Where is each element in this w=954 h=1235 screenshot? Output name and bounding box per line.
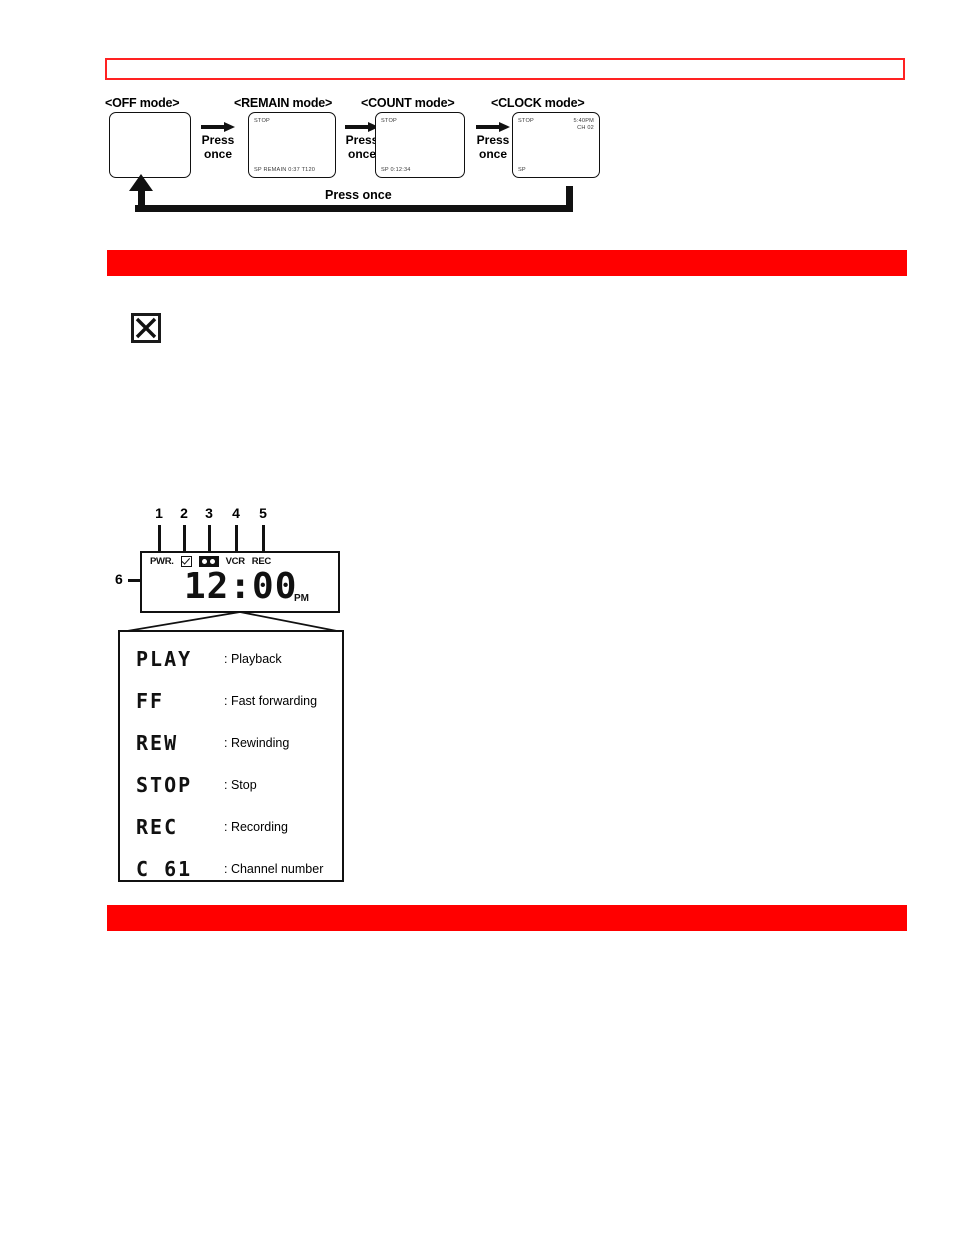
legend-row: STOP : Stop <box>120 764 342 806</box>
legend-row: REC : Recording <box>120 806 342 848</box>
pwr-indicator-label: PWR. <box>150 556 174 567</box>
mode-flow-diagram: <OFF mode> Press once <REMAIN mode> STOP… <box>105 96 625 216</box>
lcd-clock-top-left: STOP <box>518 118 534 124</box>
loop-line-bottom <box>135 205 573 212</box>
mode-title-off: <OFF mode> <box>105 96 180 110</box>
legend-row: PLAY : Playback <box>120 638 342 680</box>
legend-segment-play: PLAY <box>136 647 193 671</box>
segment-legend-box: PLAY : Playback FF : Fast forwarding REW… <box>118 630 344 882</box>
callout-tick-2 <box>183 525 186 551</box>
vcr-display-panel-figure: 1 2 3 4 5 6 PWR. VCR REC 12:00 PM PLAY :… <box>115 505 365 885</box>
press-label-3a: Press <box>476 133 510 147</box>
lcd-screen-count: STOP SP 0:12:34 <box>375 112 465 178</box>
legend-desc-channel: : Channel number <box>224 862 324 876</box>
legend-row: FF : Fast forwarding <box>120 680 342 722</box>
lcd-remain-top-left: STOP <box>254 118 270 124</box>
lcd-screen-clock: STOP 5:40PM CH 02 SP <box>512 112 600 178</box>
mode-step-remain: <REMAIN mode> STOP SP REMAIN 0:37 T120 <box>234 96 336 178</box>
lcd-clock-channel: CH 02 <box>577 125 594 131</box>
mode-title-clock: <CLOCK mode> <box>491 96 585 110</box>
mode-title-count: <COUNT mode> <box>361 96 455 110</box>
callout-number-6: 6 <box>115 571 123 587</box>
press-label-1a: Press <box>201 133 235 147</box>
lcd-remain-bottom-left: SP REMAIN 0:37 T120 <box>254 167 316 173</box>
callout-number-2: 2 <box>180 505 188 521</box>
lcd-screen-off <box>109 112 191 178</box>
legend-segment-rew: REW <box>136 731 179 755</box>
callout-number-5: 5 <box>259 505 267 521</box>
lcd-clock-time: 5:40PM <box>573 118 594 124</box>
lcd-clock-bottom-left: SP <box>518 167 526 173</box>
loop-line-left <box>138 188 145 208</box>
lcd-count-bottom-left: SP 0:12:34 <box>381 167 411 173</box>
legend-segment-channel: C 61 <box>136 857 193 881</box>
legend-row: REW : Rewinding <box>120 722 342 764</box>
callout-number-3: 3 <box>205 505 213 521</box>
section-divider-bar-bottom <box>107 905 907 931</box>
lcd-screen-remain: STOP SP REMAIN 0:37 T120 <box>248 112 336 178</box>
callout-number-4: 4 <box>232 505 240 521</box>
lcd-count-top-left: STOP <box>381 118 397 124</box>
clock-meridiem: PM <box>294 593 309 604</box>
arrow-right-icon-3 <box>476 122 510 132</box>
mode-step-clock: <CLOCK mode> STOP 5:40PM CH 02 SP <box>491 96 600 178</box>
callout-tick-5 <box>262 525 265 551</box>
press-label-3b: once <box>478 147 507 161</box>
legend-segment-stop: STOP <box>136 773 193 797</box>
mode-step-count: <COUNT mode> STOP SP 0:12:34 <box>361 96 465 178</box>
checked-checkbox-icon <box>131 313 161 343</box>
callout-tick-3 <box>208 525 211 551</box>
legend-segment-ff: FF <box>136 689 165 713</box>
legend-desc-rec: : Recording <box>224 820 288 834</box>
legend-segment-rec: REC <box>136 815 179 839</box>
transition-press-once-1: Press once <box>195 122 241 161</box>
loop-press-once-label: Press once <box>320 188 397 202</box>
legend-desc-play: : Playback <box>224 652 282 666</box>
callout-tick-1 <box>158 525 161 551</box>
top-red-outline-banner <box>105 58 905 80</box>
legend-desc-rew: : Rewinding <box>224 736 290 750</box>
legend-row: C 61 : Channel number <box>120 848 342 890</box>
loop-arrowhead-icon <box>129 174 153 191</box>
clock-digits: 12:00 <box>184 566 298 607</box>
vcr-front-display: PWR. VCR REC 12:00 PM <box>140 551 340 613</box>
loop-line-right <box>566 186 573 212</box>
mode-title-remain: <REMAIN mode> <box>234 96 333 110</box>
mode-step-off: <OFF mode> <box>105 96 191 178</box>
legend-desc-ff: : Fast forwarding <box>224 694 318 708</box>
arrow-right-icon-2 <box>345 122 379 132</box>
callout-number-1: 1 <box>155 505 163 521</box>
legend-desc-stop: : Stop <box>224 778 257 792</box>
press-label-1b: once <box>203 147 232 161</box>
arrow-right-icon-1 <box>201 122 235 132</box>
transition-press-once-3: Press once <box>470 122 516 161</box>
section-divider-bar-top <box>107 250 907 276</box>
callout-tick-4 <box>235 525 238 551</box>
